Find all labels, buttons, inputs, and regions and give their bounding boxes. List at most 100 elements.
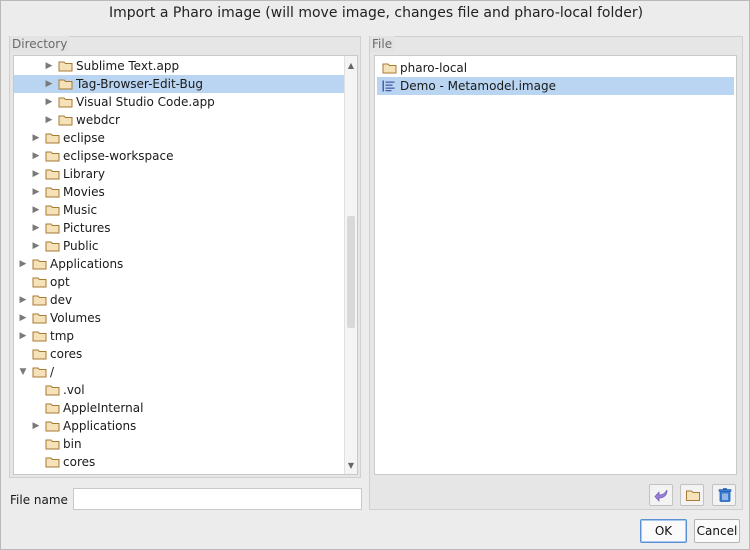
collapsed-arrow-icon[interactable]: ▶	[31, 165, 41, 183]
folder-icon	[32, 277, 47, 288]
tree-item-label: Visual Studio Code.app	[76, 95, 215, 109]
dialog-title: Import a Pharo image (will move image, c…	[108, 5, 644, 21]
tree-item[interactable]: cores	[14, 453, 344, 471]
tree-item[interactable]: ▶ Pictures	[14, 219, 344, 237]
collapsed-arrow-icon[interactable]: ▶	[31, 237, 41, 255]
file-item-label: Demo - Metamodel.image	[400, 79, 556, 93]
folder-icon	[32, 259, 47, 270]
tree-item-label: Volumes	[50, 311, 101, 325]
directory-tree-rows: ▶ Sublime Text.app ▶ Tag-Browser-Edit-Bug ▶ V…	[14, 56, 344, 474]
directory-scrollbar[interactable]: ▲ ▼	[344, 56, 357, 474]
collapsed-arrow-icon[interactable]: ▶	[31, 129, 41, 147]
tree-item[interactable]: ▼ /	[14, 363, 344, 381]
folder-icon	[45, 457, 60, 468]
import-image-dialog: Import a Pharo image (will move image, c…	[0, 0, 750, 550]
folder-icon	[45, 385, 60, 396]
file-list-item[interactable]: pharo-local	[377, 59, 734, 77]
tree-item[interactable]: bin	[14, 435, 344, 453]
tree-item-label: Public	[63, 239, 99, 253]
collapsed-arrow-icon[interactable]: ▶	[31, 417, 41, 435]
folder-icon	[58, 97, 73, 108]
tree-item-label: Pictures	[63, 221, 111, 235]
tree-item-label: Applications	[50, 257, 124, 271]
folder-icon	[686, 490, 700, 501]
collapsed-arrow-icon[interactable]: ▶	[18, 291, 28, 309]
tree-item[interactable]: cores	[14, 345, 344, 363]
tree-item[interactable]: ▶ Visual Studio Code.app	[14, 93, 344, 111]
tree-item-label: cores	[63, 455, 96, 469]
tree-item[interactable]: ▶ Public	[14, 237, 344, 255]
collapsed-arrow-icon[interactable]: ▶	[31, 201, 41, 219]
folder-icon	[58, 61, 73, 72]
scroll-up-arrow[interactable]: ▲	[345, 60, 357, 72]
tree-item-label: tmp	[50, 329, 75, 343]
go-back-button[interactable]	[649, 484, 673, 506]
tree-item-label: Library	[63, 167, 105, 181]
folder-icon	[45, 241, 60, 252]
collapsed-arrow-icon[interactable]: ▶	[18, 327, 28, 345]
collapsed-arrow-icon[interactable]: ▶	[31, 219, 41, 237]
tree-item-label: Music	[63, 203, 98, 217]
file-list[interactable]: pharo-local Demo - Metamodel.image	[374, 55, 737, 475]
tree-item[interactable]: ▶ Sublime Text.app	[14, 57, 344, 75]
collapsed-arrow-icon[interactable]: ▶	[18, 255, 28, 273]
tree-item[interactable]: ▶ Movies	[14, 183, 344, 201]
collapsed-arrow-icon[interactable]: ▶	[44, 93, 54, 111]
new-folder-button[interactable]	[680, 484, 704, 506]
file-name-input[interactable]	[73, 488, 362, 510]
directory-tree[interactable]: ▶ Sublime Text.app ▶ Tag-Browser-Edit-Bug ▶ V…	[13, 55, 358, 475]
trash-icon	[718, 488, 732, 502]
tree-item[interactable]: ▶ eclipse	[14, 129, 344, 147]
tree-item[interactable]: ▶ eclipse-workspace	[14, 147, 344, 165]
tree-item[interactable]: .vol	[14, 381, 344, 399]
tree-item[interactable]: ▶ Music	[14, 201, 344, 219]
list-icon	[382, 80, 395, 92]
cancel-button[interactable]: Cancel	[694, 519, 740, 543]
tree-item[interactable]: ▶ Volumes	[14, 309, 344, 327]
scroll-down-arrow[interactable]: ▼	[345, 460, 357, 472]
folder-icon	[32, 295, 47, 306]
expanded-arrow-icon[interactable]: ▼	[18, 363, 28, 381]
tree-item-label: Movies	[63, 185, 105, 199]
folder-icon	[45, 187, 60, 198]
directory-label: Directory	[10, 36, 70, 52]
tree-item[interactable]: ▶ Tag-Browser-Edit-Bug	[14, 75, 344, 93]
folder-icon	[45, 403, 60, 414]
tree-item[interactable]: ▶ Applications	[14, 417, 344, 435]
folder-icon	[32, 367, 47, 378]
tree-item[interactable]: ▶ tmp	[14, 327, 344, 345]
tree-item-label: bin	[63, 437, 82, 451]
collapsed-arrow-icon[interactable]: ▶	[44, 111, 54, 129]
delete-button[interactable]	[712, 484, 736, 506]
tree-item[interactable]: ▶ Applications	[14, 255, 344, 273]
folder-icon	[45, 421, 60, 432]
collapsed-arrow-icon[interactable]: ▶	[18, 309, 28, 327]
ok-button[interactable]: OK	[640, 519, 687, 543]
folder-icon	[382, 63, 397, 74]
folder-icon	[45, 151, 60, 162]
tree-item[interactable]: AppleInternal	[14, 399, 344, 417]
tree-item[interactable]: ▶ Library	[14, 165, 344, 183]
collapsed-arrow-icon[interactable]: ▶	[31, 147, 41, 165]
folder-icon	[45, 205, 60, 216]
collapsed-arrow-icon[interactable]: ▶	[31, 183, 41, 201]
tree-item-label: Applications	[63, 419, 137, 433]
tree-item-label: .vol	[63, 383, 85, 397]
tree-item-label: Tag-Browser-Edit-Bug	[76, 77, 204, 91]
file-list-item[interactable]: Demo - Metamodel.image	[377, 77, 734, 95]
tree-item-label: /	[50, 365, 55, 379]
collapsed-arrow-icon[interactable]: ▶	[44, 57, 54, 75]
collapsed-arrow-icon[interactable]: ▶	[44, 75, 54, 93]
folder-icon	[45, 169, 60, 180]
tree-item-label: opt	[50, 275, 70, 289]
tree-item[interactable]: ▶ dev	[14, 291, 344, 309]
scroll-thumb[interactable]	[347, 216, 355, 328]
folder-icon	[45, 133, 60, 144]
folder-icon	[58, 79, 73, 90]
tree-item[interactable]: ▶ webdcr	[14, 111, 344, 129]
folder-icon	[32, 313, 47, 324]
tree-item-label: dev	[50, 293, 73, 307]
tree-item[interactable]: opt	[14, 273, 344, 291]
folder-icon	[58, 115, 73, 126]
folder-icon	[45, 439, 60, 450]
